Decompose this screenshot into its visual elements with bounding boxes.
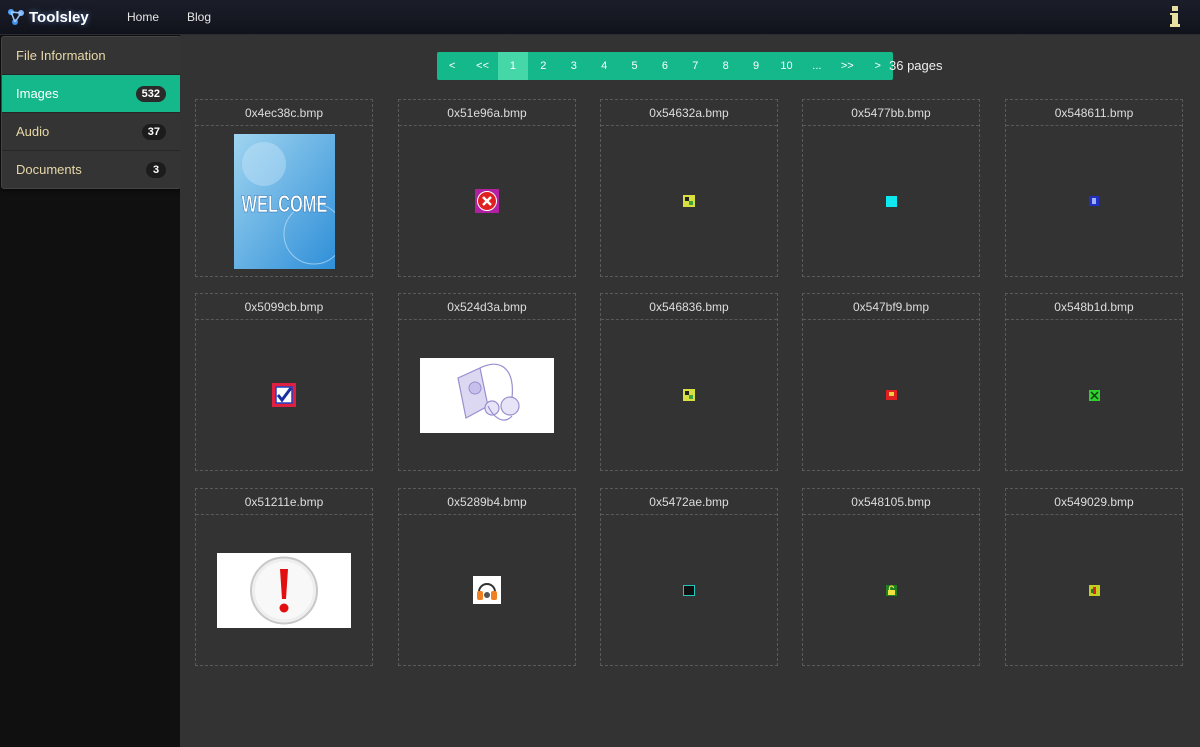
pagination: < << 1 2 3 4 5 6 7 8 9 10 ... >> > [437, 52, 893, 80]
image-card[interactable]: 0x548b1d.bmp [1005, 293, 1183, 471]
sidebar-item-label: Documents [16, 162, 82, 177]
sidebar-item-documents[interactable]: Documents 3 [2, 151, 180, 188]
tiny-dark-icon [683, 584, 695, 596]
image-card[interactable]: 0x5477bb.bmp [802, 99, 980, 277]
file-name: 0x547bf9.bmp [803, 294, 979, 320]
image-card[interactable]: 0x5472ae.bmp [600, 488, 778, 666]
sidebar-item-file-information[interactable]: File Information [2, 37, 180, 75]
brand-name: Toolsley [29, 8, 89, 26]
thumbnail [601, 515, 777, 665]
thumbnail: WELCOME [196, 126, 372, 276]
page-4-button[interactable]: 4 [589, 52, 619, 80]
tiny-green-icon [1088, 389, 1100, 401]
file-name: 0x548105.bmp [803, 489, 979, 515]
sidebar-item-audio[interactable]: Audio 37 [2, 113, 180, 151]
file-name: 0x549029.bmp [1006, 489, 1182, 515]
page-5-button[interactable]: 5 [619, 52, 649, 80]
nav-blog-link[interactable]: Blog [187, 10, 211, 24]
sidebar-menu: File Information Images 532 Audio 37 Doc… [1, 36, 181, 189]
image-card[interactable]: 0x547bf9.bmp [802, 293, 980, 471]
thumbnail [803, 515, 979, 665]
image-card[interactable]: 0x549029.bmp [1005, 488, 1183, 666]
page-first-button[interactable]: << [467, 52, 497, 80]
thumbnail [399, 320, 575, 470]
brand-logo[interactable]: Toolsley [7, 6, 89, 28]
tiny-blue-icon [1089, 196, 1099, 206]
error-x-icon [475, 189, 499, 213]
thumbnail [1006, 126, 1182, 276]
thumbnail [196, 320, 372, 470]
page-2-button[interactable]: 2 [528, 52, 558, 80]
image-card[interactable]: 0x4ec38c.bmp WELCOME [195, 99, 373, 277]
file-name: 0x5472ae.bmp [601, 489, 777, 515]
image-card[interactable]: 0x546836.bmp [600, 293, 778, 471]
file-name: 0x546836.bmp [601, 294, 777, 320]
total-pages-label: 36 pages [889, 58, 943, 73]
file-name: 0x524d3a.bmp [399, 294, 575, 320]
page-7-button[interactable]: 7 [680, 52, 710, 80]
count-badge: 532 [135, 85, 166, 102]
image-card[interactable]: 0x51e96a.bmp [398, 99, 576, 277]
tiny-pixel-icon [683, 389, 695, 401]
media-player-image [420, 357, 554, 433]
cyan-square-icon [885, 195, 897, 207]
file-name: 0x51e96a.bmp [399, 100, 575, 126]
top-nav: Home Blog [127, 0, 211, 34]
file-name: 0x54632a.bmp [601, 100, 777, 126]
molecule-icon [8, 9, 24, 25]
nav-home-link[interactable]: Home [127, 10, 159, 24]
file-name: 0x548b1d.bmp [1006, 294, 1182, 320]
welcome-image: WELCOME [233, 133, 335, 269]
image-card[interactable]: 0x548105.bmp [802, 488, 980, 666]
page-ellipsis: ... [812, 60, 822, 72]
thumbnail [196, 515, 372, 665]
main-content: < << 1 2 3 4 5 6 7 8 9 10 ... >> > 36 pa… [180, 35, 1200, 747]
top-bar: Toolsley Home Blog [0, 0, 1200, 35]
image-card[interactable]: 0x51211e.bmp [195, 488, 373, 666]
file-name: 0x5289b4.bmp [399, 489, 575, 515]
thumbnail [803, 320, 979, 470]
file-name: 0x4ec38c.bmp [196, 100, 372, 126]
file-name: 0x5477bb.bmp [803, 100, 979, 126]
headphones-icon [473, 576, 501, 604]
thumbnail [601, 320, 777, 470]
thumbnail [399, 515, 575, 665]
sidebar-item-images[interactable]: Images 532 [2, 75, 180, 113]
file-name: 0x51211e.bmp [196, 489, 372, 515]
thumbnail [1006, 320, 1182, 470]
page-prev-button[interactable]: < [437, 52, 467, 80]
tiny-pixel-icon [683, 195, 695, 207]
sidebar-item-label: File Information [16, 48, 106, 63]
page-1-button[interactable]: 1 [497, 52, 529, 80]
svg-text:WELCOME: WELCOME [241, 191, 327, 218]
tiny-note-icon [1088, 584, 1100, 596]
sidebar-item-label: Audio [16, 124, 50, 139]
thumbnail [1006, 515, 1182, 665]
thumbnail [803, 126, 979, 276]
thumbnail [399, 126, 575, 276]
count-badge: 37 [141, 123, 166, 140]
tiny-lock-icon [885, 584, 897, 596]
page-8-button[interactable]: 8 [711, 52, 741, 80]
count-badge: 3 [146, 161, 166, 178]
checkbox-icon [272, 383, 296, 407]
page-last-button[interactable]: >> [832, 52, 862, 80]
info-icon[interactable] [1168, 5, 1182, 29]
sidebar-item-label: Images [16, 86, 59, 101]
exclamation-image [217, 552, 351, 628]
image-card[interactable]: 0x54632a.bmp [600, 99, 778, 277]
page-9-button[interactable]: 9 [741, 52, 771, 80]
page-3-button[interactable]: 3 [559, 52, 589, 80]
image-card[interactable]: 0x5289b4.bmp [398, 488, 576, 666]
image-card[interactable]: 0x524d3a.bmp [398, 293, 576, 471]
page-10-button[interactable]: 10 [771, 52, 801, 80]
file-name: 0x5099cb.bmp [196, 294, 372, 320]
file-name: 0x548611.bmp [1006, 100, 1182, 126]
thumbnail [601, 126, 777, 276]
tiny-red-icon [885, 390, 897, 400]
image-card[interactable]: 0x5099cb.bmp [195, 293, 373, 471]
image-card[interactable]: 0x548611.bmp [1005, 99, 1183, 277]
page-6-button[interactable]: 6 [650, 52, 680, 80]
